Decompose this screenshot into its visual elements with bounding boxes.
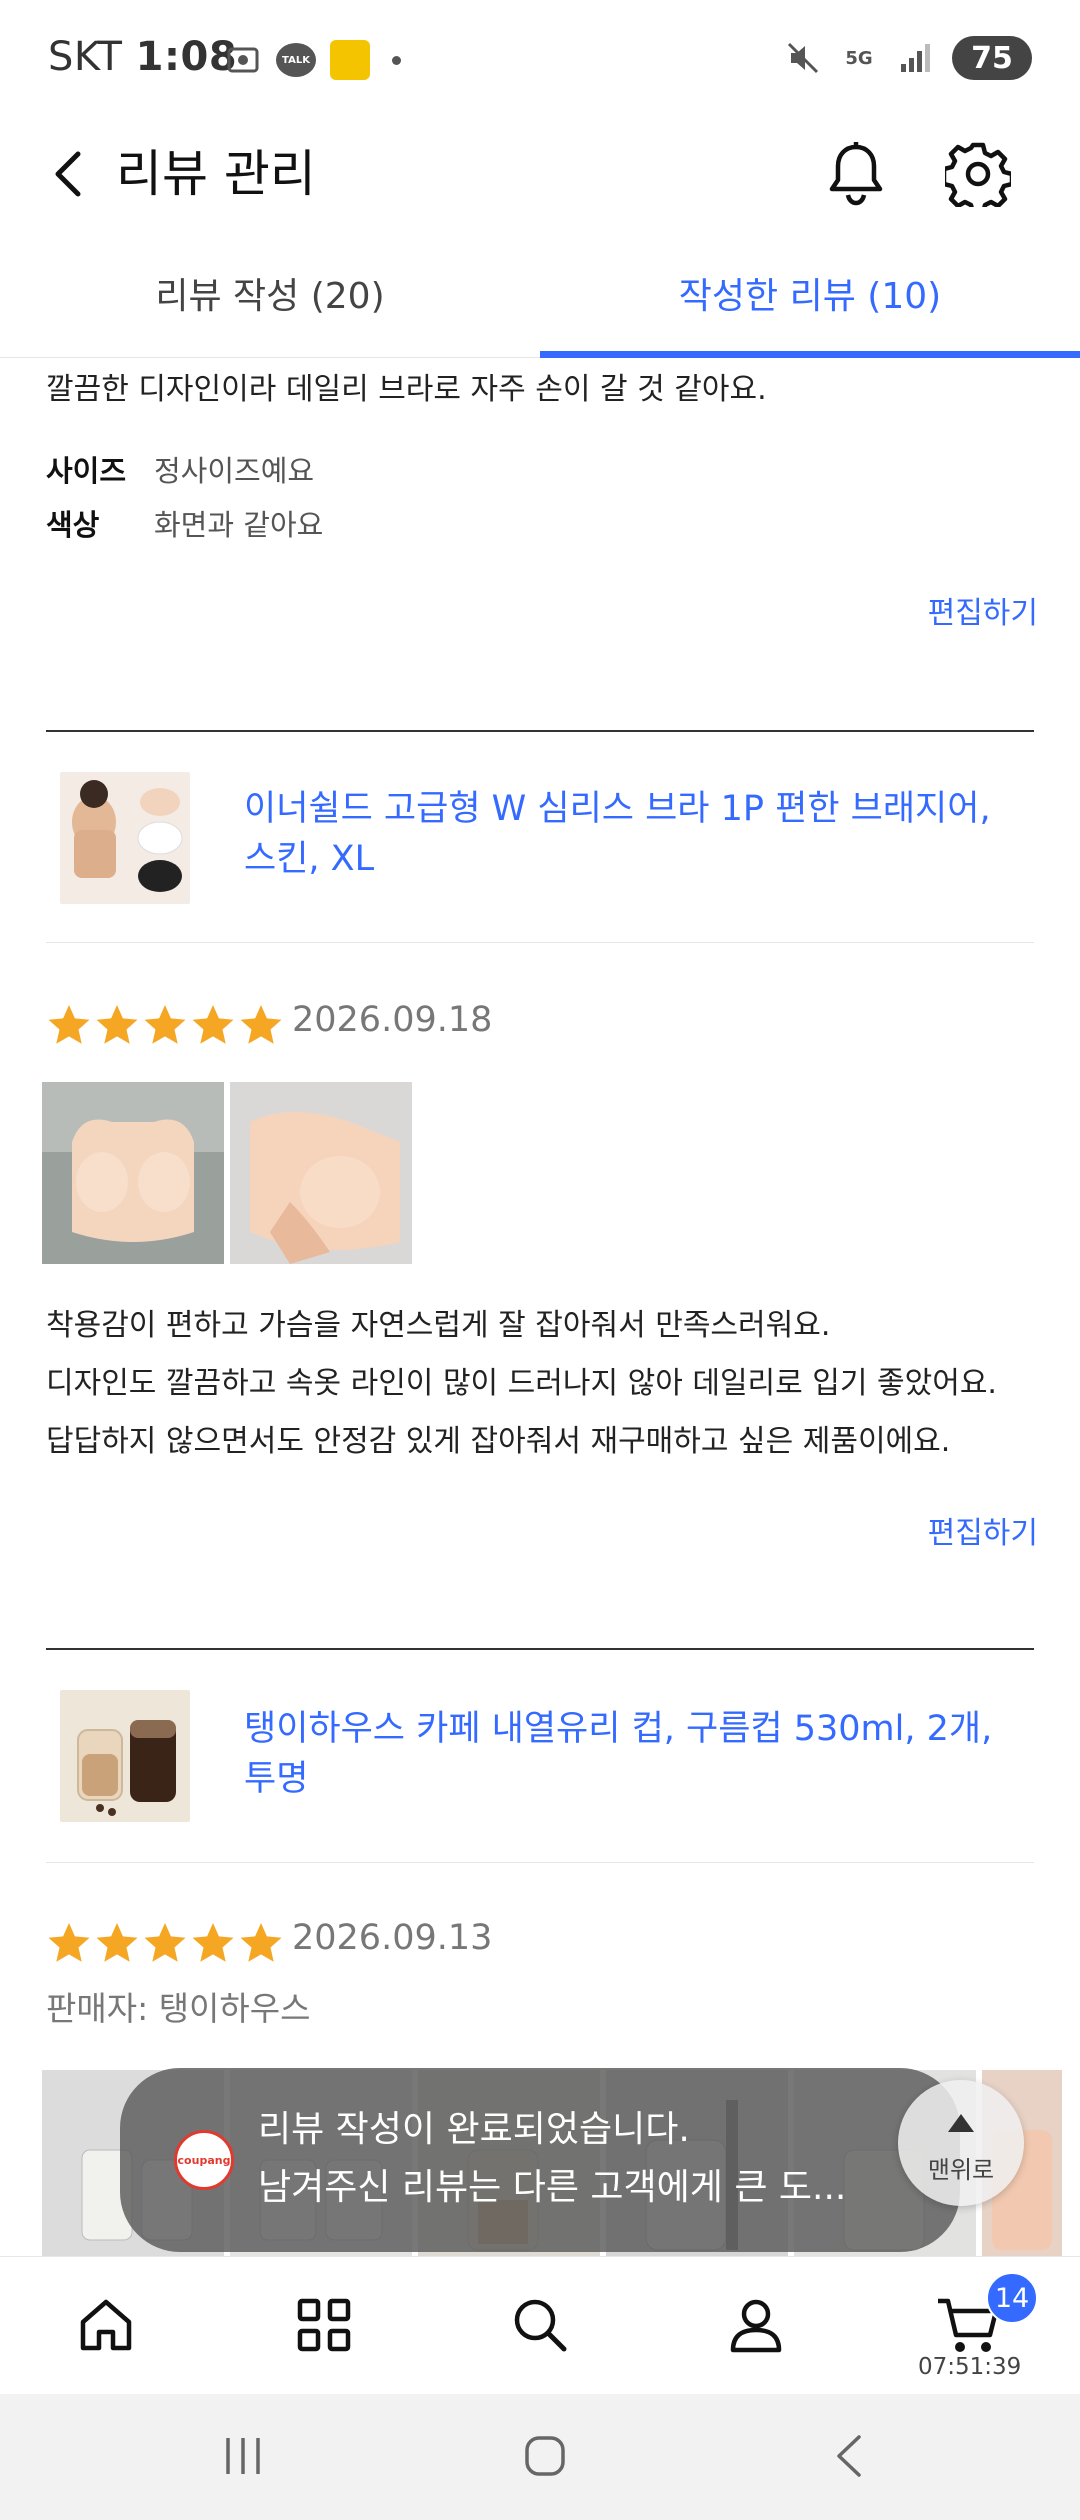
review-photo[interactable]	[42, 1082, 224, 1264]
network-5g-icon: 5G	[845, 47, 873, 69]
home-system-button[interactable]	[510, 2426, 580, 2486]
review-divider	[46, 1648, 1034, 1650]
review-list[interactable]: 깔끔한 디자인이라 데일리 브라로 자주 손이 갈 것 같아요. 사이즈 정사이…	[0, 358, 1080, 2258]
nav-my-page[interactable]	[716, 2285, 796, 2365]
review-divider	[46, 730, 1034, 732]
search-icon	[514, 2299, 567, 2352]
notification-icons: TALK	[224, 40, 401, 80]
product-name-link[interactable]: 이너쉴드 고급형 W 심리스 브라 1P 편한 브래지어, 스킨, XL	[244, 784, 1024, 884]
app-notification-icon	[330, 40, 370, 80]
section-divider	[46, 942, 1034, 943]
clock-label: 1:08	[135, 34, 238, 80]
scroll-to-top-button[interactable]: 맨위로	[898, 2080, 1024, 2206]
review-text-line: 디자인도 깔끔하고 속옷 라인이 많이 드러나지 않아 데일리로 입기 좋았어요…	[46, 1366, 997, 1401]
kakaotalk-icon: TALK	[276, 43, 316, 77]
star-icon	[144, 1005, 186, 1044]
attribute-key: 색상	[46, 508, 100, 542]
rating-stars	[46, 1002, 284, 1048]
review-text-line: 깔끔한 디자인이라 데일리 브라로 자주 손이 갈 것 같아요.	[46, 372, 767, 407]
carrier-label: SKT	[48, 34, 123, 80]
review-text-line: 답답하지 않으면서도 안정감 있게 잡아줘서 재구매하고 싶은 제품이에요.	[46, 1424, 951, 1459]
mute-icon	[784, 39, 822, 77]
product-thumbnail[interactable]	[60, 1690, 190, 1822]
nav-home[interactable]	[66, 2285, 146, 2365]
home-circle-icon	[525, 2436, 565, 2476]
page-title: 리뷰 관리	[116, 145, 316, 203]
nav-category[interactable]	[284, 2285, 364, 2365]
status-bar: SKT 1:08 TALK 5G 75	[0, 0, 1080, 120]
attribute-key: 사이즈	[46, 454, 127, 488]
star-icon	[96, 1005, 138, 1044]
star-icon	[192, 1923, 234, 1962]
review-photo[interactable]	[230, 1082, 412, 1264]
arrow-up-icon	[948, 2114, 974, 2132]
home-icon	[80, 2299, 132, 2351]
tab-write-review[interactable]: 리뷰 작성 (20)	[0, 262, 540, 358]
status-time: SKT 1:08	[48, 34, 237, 80]
cart-count-badge: 14	[986, 2272, 1038, 2324]
review-date: 2026.09.13	[292, 1918, 493, 1958]
signal-icon	[896, 39, 934, 77]
star-icon	[240, 1005, 282, 1044]
battery-icon: 75	[952, 36, 1032, 80]
review-tabs: 리뷰 작성 (20) 작성한 리뷰 (10)	[0, 262, 1080, 358]
back-button[interactable]	[40, 144, 100, 204]
recent-apps-button[interactable]	[208, 2426, 278, 2486]
screenshot-icon	[224, 41, 262, 79]
gear-icon	[945, 142, 1011, 207]
seller-label: 판매자: 탱이하우스	[46, 1989, 311, 2028]
timer-label: 07:51:39	[918, 2354, 1022, 2380]
nav-search[interactable]	[500, 2285, 580, 2365]
star-icon	[144, 1923, 186, 1962]
product-name-link[interactable]: 탱이하우스 카페 내열유리 컵, 구름컵 530ml, 2개, 투명	[244, 1704, 1024, 1804]
toast-message: coupang 리뷰 작성이 완료되었습니다. 남겨주신 리뷰는 다른 고객에게…	[120, 2068, 960, 2252]
star-icon	[96, 1923, 138, 1962]
recent-apps-icon	[226, 2438, 260, 2474]
notification-button[interactable]	[818, 136, 894, 212]
system-icons: 5G 75	[784, 36, 1032, 80]
toast-line-1: 리뷰 작성이 완료되었습니다.	[258, 2109, 690, 2150]
settings-button[interactable]	[940, 136, 1016, 212]
review-text-line: 착용감이 편하고 가슴을 자연스럽게 잘 잡아줘서 만족스러워요.	[46, 1308, 831, 1343]
toast-line-2: 남겨주신 리뷰는 다른 고객에게 큰 도...	[258, 2167, 847, 2208]
profile-icon	[730, 2299, 782, 2353]
review-date: 2026.09.18	[292, 1000, 493, 1040]
rating-stars	[46, 1920, 284, 1966]
system-navigation-bar	[0, 2394, 1080, 2520]
category-icon	[297, 2298, 351, 2352]
tab-written-reviews[interactable]: 작성한 리뷰 (10)	[540, 262, 1080, 358]
back-arrow-icon	[55, 151, 81, 197]
star-icon	[48, 1005, 90, 1044]
star-icon	[48, 1923, 90, 1962]
coupang-logo-icon: coupang	[174, 2130, 234, 2190]
active-tab-indicator	[540, 351, 1080, 358]
edit-review-link[interactable]: 편집하기	[928, 1508, 1038, 1552]
attribute-value: 정사이즈예요	[154, 454, 315, 488]
more-notifications-icon	[392, 55, 401, 65]
scroll-to-top-label: 맨위로	[927, 2156, 995, 2184]
star-icon	[240, 1923, 282, 1962]
section-divider	[46, 1862, 1034, 1863]
attribute-value: 화면과 같아요	[154, 508, 324, 542]
star-icon	[192, 1005, 234, 1044]
app-header: 리뷰 관리	[0, 120, 1080, 230]
bell-icon	[829, 142, 883, 206]
back-system-button[interactable]	[814, 2426, 884, 2486]
chevron-left-icon	[837, 2435, 861, 2477]
edit-review-link[interactable]: 편집하기	[928, 588, 1038, 632]
product-thumbnail[interactable]	[60, 772, 190, 904]
